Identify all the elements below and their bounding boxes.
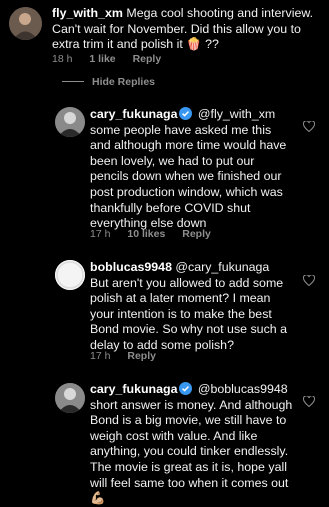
username[interactable]: fly_with_xm [52,6,123,20]
username[interactable]: cary_fukunaga [90,382,177,396]
likes-count[interactable]: 10 likes [127,228,165,240]
comment-meta: 17 h 10 likes Reply [90,228,225,240]
heart-icon[interactable] [303,121,315,132]
username[interactable]: boblucas9948 [90,260,172,274]
comment-text-block: fly_with_xm Mega cool shooting and inter… [52,6,322,53]
comment-text-block: boblucas9948 @cary_fukunaga But aren't y… [90,260,290,354]
reply-button[interactable]: Reply [133,53,162,65]
comment-text: @fly_with_xm some people have asked me t… [90,107,287,231]
comment-text-block: cary_fukunaga @boblucas9948 short answer… [90,382,300,507]
hide-replies-button[interactable]: Hide Replies [62,76,155,94]
comment-meta: 18 h 1 like Reply [52,53,175,65]
avatar[interactable] [55,383,85,413]
reply-button[interactable]: Reply [182,228,211,240]
comment-text-block: cary_fukunaga @fly_with_xm some people h… [90,107,290,232]
username[interactable]: cary_fukunaga [90,107,177,121]
comment-meta: 17 h Reply [90,350,170,362]
avatar[interactable] [55,107,85,137]
timestamp: 17 h [90,350,111,362]
timestamp: 18 h [52,53,73,65]
hide-replies-label: Hide Replies [92,76,156,88]
reply-button[interactable]: Reply [127,350,156,362]
heart-icon[interactable] [303,275,315,286]
heart-icon[interactable] [303,396,315,407]
avatar[interactable] [55,260,85,290]
verified-badge-icon [179,382,193,395]
timestamp: 17 h [90,228,111,240]
avatar[interactable] [9,7,42,40]
divider-line [62,81,84,82]
comment-text: @boblucas9948 short answer is money. And… [90,382,293,506]
likes-count[interactable]: 1 like [89,53,115,65]
verified-badge-icon [179,107,193,120]
